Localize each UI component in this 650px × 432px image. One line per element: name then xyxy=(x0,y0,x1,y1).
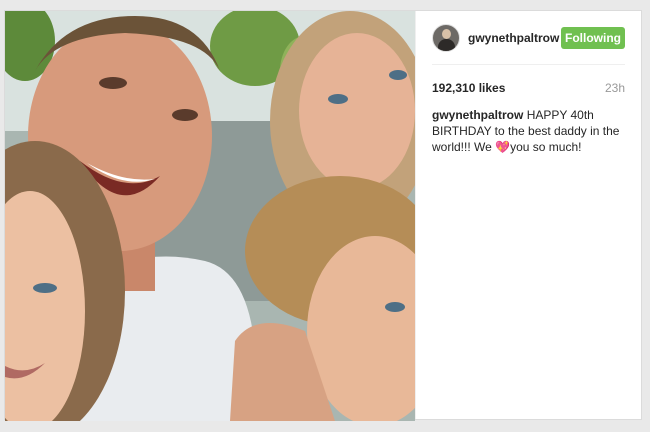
profile-avatar-icon[interactable] xyxy=(432,23,460,52)
instagram-post-card: gwynethpaltrow Following 192,310 likes 2… xyxy=(4,10,642,421)
family-selfie-image xyxy=(5,11,415,421)
heart-emoji-icon: 💖 xyxy=(495,140,511,154)
post-caption: gwynethpaltrow HAPPY 40th BIRTHDAY to th… xyxy=(432,107,625,155)
username-link[interactable]: gwynethpaltrow xyxy=(468,31,559,45)
post-timestamp[interactable]: 23h xyxy=(605,81,625,95)
caption-text-part2: you so much! xyxy=(510,140,582,154)
post-header: gwynethpaltrow Following xyxy=(432,11,625,65)
post-sidebar: gwynethpaltrow Following 192,310 likes 2… xyxy=(415,11,641,419)
avatar-body xyxy=(438,38,455,51)
post-stats: 192,310 likes 23h xyxy=(432,81,625,95)
avatar-head xyxy=(442,28,451,39)
following-button[interactable]: Following xyxy=(561,26,625,49)
caption-username[interactable]: gwynethpaltrow xyxy=(432,108,523,122)
post-photo[interactable] xyxy=(5,11,415,421)
likes-count[interactable]: 192,310 likes xyxy=(432,81,505,95)
